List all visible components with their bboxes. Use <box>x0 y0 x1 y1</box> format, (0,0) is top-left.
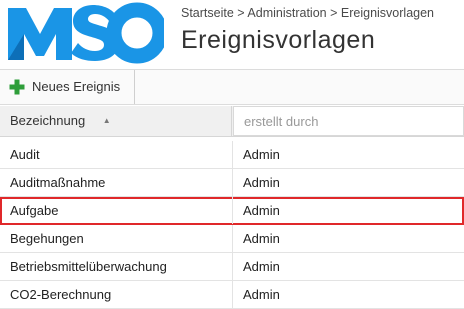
cell-erstellt-durch: Admin <box>243 147 280 162</box>
cell-bezeichnung: CO2-Berechnung <box>10 287 112 302</box>
column-header-label: Bezeichnung <box>10 113 86 128</box>
table-body: Audit Admin Auditmaßnahme Admin Aufgabe Admin… <box>0 141 464 309</box>
cell-bezeichnung: Begehungen <box>10 231 84 246</box>
column-header-bezeichnung[interactable]: Bezeichnung ▲ <box>0 106 232 136</box>
cell-erstellt-durch: Admin <box>243 175 280 190</box>
cell-bezeichnung: Aufgabe <box>10 203 59 218</box>
column-divider <box>232 197 233 224</box>
cell-erstellt-durch: Admin <box>243 259 280 274</box>
column-divider <box>232 225 233 252</box>
column-divider <box>232 281 233 308</box>
table-row[interactable]: Audit Admin <box>0 141 464 169</box>
event-templates-table: Bezeichnung ▲ erstellt durch Audit Admin A… <box>0 106 464 309</box>
cell-bezeichnung: Audit <box>10 147 40 162</box>
table-row[interactable]: Auditmaßnahme Admin <box>0 169 464 197</box>
column-divider <box>232 253 233 280</box>
mso-logo[interactable] <box>6 2 164 64</box>
breadcrumb-separator: > <box>330 6 338 20</box>
new-event-label: Neues Ereignis <box>32 79 121 94</box>
breadcrumb-administration[interactable]: Administration <box>247 6 326 20</box>
column-header-label: erstellt durch <box>244 114 319 129</box>
table-row[interactable]: Betriebsmittelüberwachung Admin <box>0 253 464 281</box>
cell-erstellt-durch: Admin <box>243 287 280 302</box>
cell-bezeichnung: Betriebsmittelüberwachung <box>10 259 167 274</box>
new-event-button[interactable]: Neues Ereignis <box>0 70 135 104</box>
column-header-erstellt-durch[interactable]: erstellt durch <box>233 106 464 136</box>
table-row[interactable]: Begehungen Admin <box>0 225 464 253</box>
cell-erstellt-durch: Admin <box>243 203 280 218</box>
cell-erstellt-durch: Admin <box>243 231 280 246</box>
sort-ascending-icon: ▲ <box>102 116 111 125</box>
plus-icon <box>9 79 25 95</box>
page-title: Ereignisvorlagen <box>181 26 376 54</box>
breadcrumb-current: Ereignisvorlagen <box>340 6 434 20</box>
cell-bezeichnung: Auditmaßnahme <box>10 175 106 190</box>
column-divider <box>232 169 233 196</box>
column-divider <box>232 141 233 168</box>
table-row[interactable]: Aufgabe Admin <box>0 197 464 225</box>
breadcrumb-separator: > <box>237 6 245 20</box>
toolbar: Neues Ereignis <box>0 69 464 105</box>
header: Startseite > Administration > Ereignisvo… <box>0 0 464 68</box>
table-header: Bezeichnung ▲ erstellt durch <box>0 106 464 137</box>
breadcrumb-home[interactable]: Startseite <box>181 6 234 20</box>
table-row[interactable]: CO2-Berechnung Admin <box>0 281 464 309</box>
breadcrumb: Startseite > Administration > Ereignisvo… <box>181 6 434 20</box>
